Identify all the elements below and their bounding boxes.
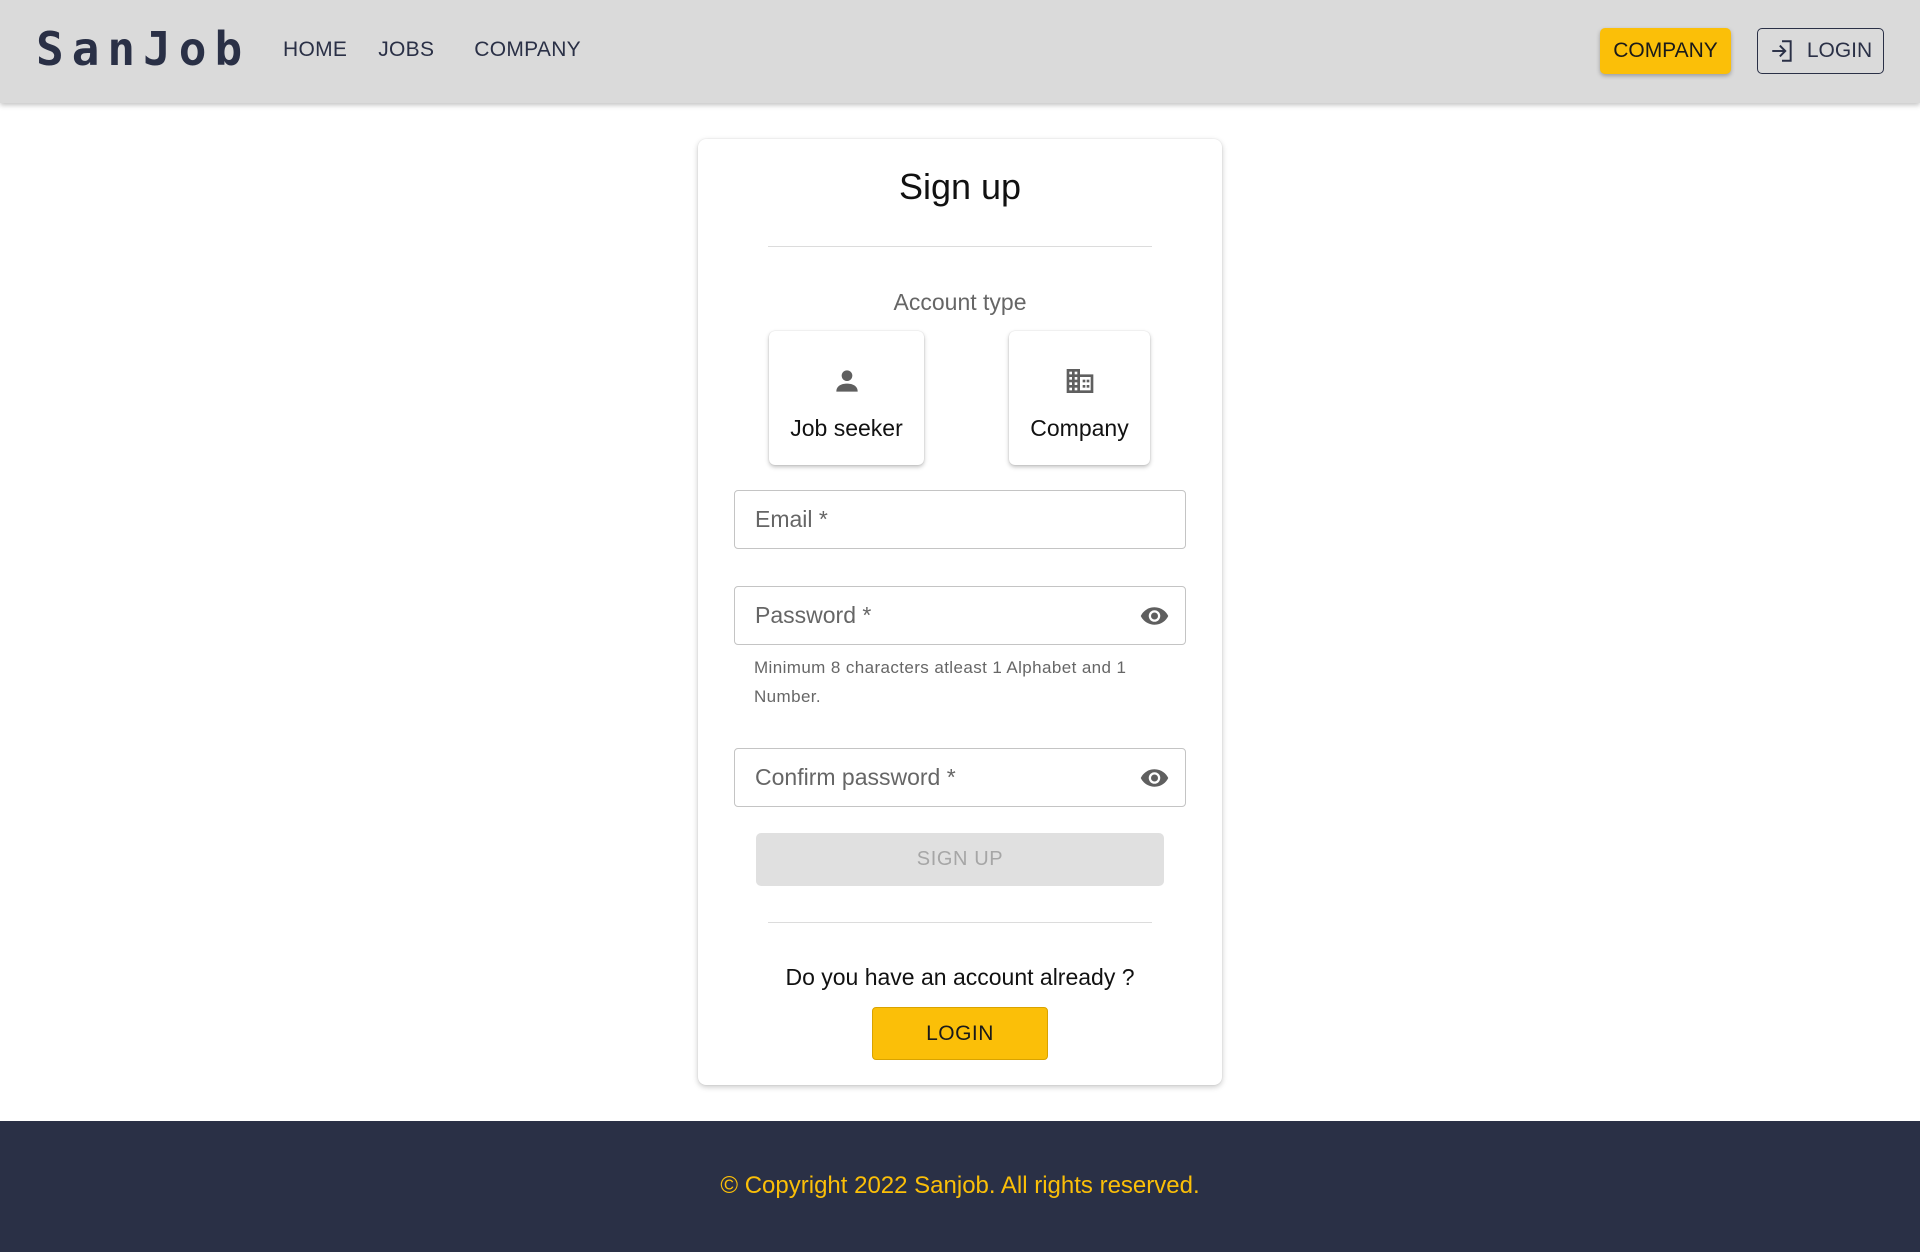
login-button[interactable]: LOGIN	[872, 1007, 1048, 1060]
confirm-password-field	[734, 748, 1186, 807]
account-type-company[interactable]: Company	[1009, 331, 1150, 465]
already-have-account-text: Do you have an account already ?	[785, 964, 1135, 990]
account-type-label-job-seeker: Job seeker	[790, 415, 903, 441]
header-login-button[interactable]: LOGIN	[1757, 28, 1884, 74]
confirm-password-input[interactable]	[735, 749, 1185, 806]
header-login-label: LOGIN	[1806, 39, 1873, 62]
top-app-bar: SanJob HOME JOBS COMPANY COMPANY LOGIN	[0, 0, 1920, 103]
password-helper-text: Minimum 8 characters atleast 1 Alphabet …	[754, 658, 1127, 706]
eye-icon[interactable]	[1138, 763, 1171, 793]
page-title: Sign up	[898, 166, 1022, 207]
nav-jobs-link[interactable]: JOBS	[378, 38, 434, 62]
email-field	[734, 490, 1186, 549]
nav-company-link[interactable]: COMPANY	[474, 38, 581, 62]
footer: © Copyright 2022 Sanjob. All rights rese…	[0, 1121, 1920, 1252]
divider	[768, 246, 1152, 247]
copyright-text: © Copyright 2022 Sanjob. All rights rese…	[720, 1172, 1200, 1199]
logo[interactable]: SanJob	[36, 22, 250, 76]
company-button[interactable]: COMPANY	[1600, 28, 1731, 74]
signup-card: Sign up Account type Job seeker Company	[698, 139, 1222, 1085]
email-input[interactable]	[735, 491, 1185, 548]
divider	[768, 922, 1152, 923]
nav-home-link[interactable]: HOME	[283, 38, 347, 62]
account-type-label: Account type	[893, 289, 1027, 315]
login-icon	[1772, 40, 1792, 62]
signup-button[interactable]: SIGN UP	[756, 833, 1164, 886]
main-nav: HOME JOBS COMPANY	[283, 38, 581, 62]
building-icon	[1066, 369, 1093, 393]
eye-icon[interactable]	[1138, 601, 1171, 631]
person-icon	[835, 370, 858, 392]
account-type-job-seeker[interactable]: Job seeker	[769, 331, 924, 465]
password-field	[734, 586, 1186, 645]
password-input[interactable]	[735, 587, 1185, 644]
account-type-label-company: Company	[1030, 415, 1129, 441]
